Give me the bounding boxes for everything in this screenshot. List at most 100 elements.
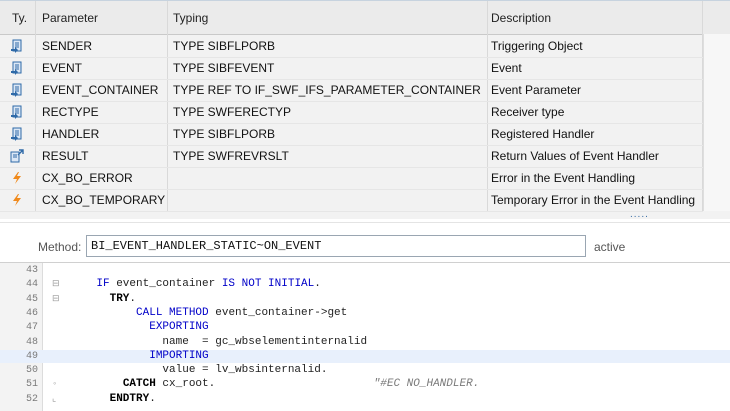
fold-marker-icon[interactable]: ⊟ xyxy=(52,293,60,307)
table-row[interactable]: CX_BO_TEMPORARY Temporary Error in the Ev… xyxy=(0,189,703,212)
line-number: 46 xyxy=(25,307,38,319)
fold-marker-icon[interactable]: ⌞ xyxy=(52,393,60,407)
code-line[interactable]: 50 value = lv_wbsinternalid. xyxy=(0,364,730,378)
table-row[interactable]: EVENT TYPE SIBFEVENT Event xyxy=(0,57,703,80)
exception-icon xyxy=(10,193,24,207)
code-token: IMPORTING xyxy=(149,349,209,362)
code-line[interactable]: 43 xyxy=(0,264,730,278)
code-text: TRY. xyxy=(70,293,136,307)
code-token: event_container xyxy=(109,278,222,291)
code-token: EXPORTING xyxy=(149,321,209,334)
typing-cell: TYPE SWFERECTYP xyxy=(173,105,292,119)
code-line[interactable]: 47 EXPORTING xyxy=(0,321,730,335)
code-text: ENDTRY. xyxy=(70,393,156,407)
parameter-cell: EVENT xyxy=(42,61,83,75)
description-cell: Event xyxy=(491,61,522,75)
method-bar: Method: BI_EVENT_HANDLER_STATIC~ON_EVENT… xyxy=(0,222,730,261)
code-token: IF xyxy=(96,278,110,291)
code-line[interactable]: 44 ⊟ IF event_container IS NOT INITIAL. xyxy=(0,278,730,292)
method-name-value: BI_EVENT_HANDLER_STATIC~ON_EVENT xyxy=(91,239,322,253)
code-line[interactable]: 49 IMPORTING xyxy=(0,349,730,364)
code-token: name = gc_wbselementinternalid xyxy=(70,335,368,348)
code-line[interactable]: 45 ⊟ TRY. xyxy=(0,293,730,307)
table-row[interactable]: SENDER TYPE SIBFLPORB Triggering Object xyxy=(0,35,703,58)
line-number: 45 xyxy=(25,293,38,305)
code-line[interactable]: 51 ◦ CATCH cx_root. "#EC NO_HANDLER. xyxy=(0,378,730,392)
code-text: CALL METHOD event_container->get xyxy=(70,307,347,321)
table-row[interactable]: EVENT_CONTAINER TYPE REF TO IF_SWF_IFS_PA… xyxy=(0,79,703,102)
table-header: Ty. Parameter Typing Description xyxy=(0,1,730,35)
code-line[interactable]: 52 ⌞ ENDTRY. xyxy=(0,393,730,407)
code-token: IS NOT INITIAL xyxy=(221,278,315,291)
code-text: IMPORTING xyxy=(70,349,209,364)
header-description[interactable]: Description xyxy=(491,11,551,25)
fold-marker-icon[interactable]: ⊟ xyxy=(52,278,60,292)
code-token: TRY xyxy=(109,292,130,305)
importing-param-icon xyxy=(10,61,24,75)
parameter-cell: SENDER xyxy=(42,39,93,53)
code-token: . xyxy=(129,292,137,305)
line-number: 48 xyxy=(25,336,38,348)
code-token: value = lv_wbsinternalid. xyxy=(70,364,328,377)
code-token: "#EC NO_HANDLER. xyxy=(373,378,480,391)
importing-param-icon xyxy=(10,105,24,119)
typing-cell: TYPE SWFREVRSLT xyxy=(173,149,289,163)
more-indicator[interactable]: ..... xyxy=(630,209,649,220)
parameter-cell: RECTYPE xyxy=(42,105,99,119)
code-line[interactable]: 48 name = gc_wbselementinternalid xyxy=(0,336,730,350)
code-token: . xyxy=(149,392,156,405)
code-token: . xyxy=(314,278,321,291)
exporting-param-icon xyxy=(10,149,24,163)
method-name-field[interactable]: BI_EVENT_HANDLER_STATIC~ON_EVENT xyxy=(86,235,586,257)
code-text: IF event_container IS NOT INITIAL. xyxy=(70,278,321,292)
code-text: CATCH cx_root. "#EC NO_HANDLER. xyxy=(70,378,479,392)
importing-param-icon xyxy=(10,83,24,97)
table-row[interactable]: HANDLER TYPE SIBFLPORB Registered Handler xyxy=(0,123,703,146)
table-scroll-area[interactable] xyxy=(703,34,730,211)
line-number: 44 xyxy=(25,279,38,291)
code-text: name = gc_wbselementinternalid xyxy=(70,336,367,350)
description-cell: Return Values of Event Handler xyxy=(491,149,659,163)
method-status: active xyxy=(594,240,626,254)
table-row[interactable]: CX_BO_ERROR Error in the Event Handling xyxy=(0,167,703,190)
method-label: Method: xyxy=(38,240,82,254)
parameter-cell: CX_BO_ERROR xyxy=(42,171,133,185)
line-number: 50 xyxy=(25,365,38,377)
table-row[interactable]: RESULT TYPE SWFREVRSLT Return Values of Ev… xyxy=(0,145,703,168)
code-editor[interactable]: 43 44 ⊟ IF event_container IS NOT INITIAL.… xyxy=(0,262,730,411)
description-cell: Triggering Object xyxy=(491,39,583,53)
description-cell: Receiver type xyxy=(491,105,565,119)
code-line[interactable]: 46 CALL METHOD event_container->get xyxy=(0,307,730,321)
typing-cell: TYPE SIBFLPORB xyxy=(173,39,276,53)
code-token: cx_root. xyxy=(155,378,374,391)
code-token: CALL METHOD xyxy=(136,306,209,319)
code-text: value = lv_wbsinternalid. xyxy=(70,364,327,378)
line-number: 49 xyxy=(25,350,38,362)
table-row[interactable]: RECTYPE TYPE SWFERECTYP Receiver type xyxy=(0,101,703,124)
code-token: event_container->get xyxy=(208,306,348,319)
code-token: ENDTRY xyxy=(109,392,150,405)
typing-cell: TYPE SIBFEVENT xyxy=(173,61,275,75)
header-typing[interactable]: Typing xyxy=(173,11,208,25)
typing-cell: TYPE SIBFLPORB xyxy=(173,127,276,141)
parameter-cell: HANDLER xyxy=(42,127,100,141)
line-number: 51 xyxy=(25,379,38,391)
importing-param-icon xyxy=(10,127,24,141)
importing-param-icon xyxy=(10,39,24,53)
parameter-table: Ty. Parameter Typing Description SENDER T… xyxy=(0,0,730,220)
description-cell: Temporary Error in the Event Handling xyxy=(491,193,696,207)
header-parameter[interactable]: Parameter xyxy=(42,11,98,25)
parameter-cell: RESULT xyxy=(42,149,89,163)
code-text: EXPORTING xyxy=(70,321,209,335)
header-type[interactable]: Ty. xyxy=(12,11,27,25)
code-token: CATCH xyxy=(122,378,156,391)
fold-marker-icon[interactable]: ◦ xyxy=(52,378,60,392)
typing-cell: TYPE REF TO IF_SWF_IFS_PARAMETER_CONTAIN… xyxy=(173,83,481,97)
parameter-cell: CX_BO_TEMPORARY xyxy=(42,193,166,207)
description-cell: Error in the Event Handling xyxy=(491,171,636,185)
